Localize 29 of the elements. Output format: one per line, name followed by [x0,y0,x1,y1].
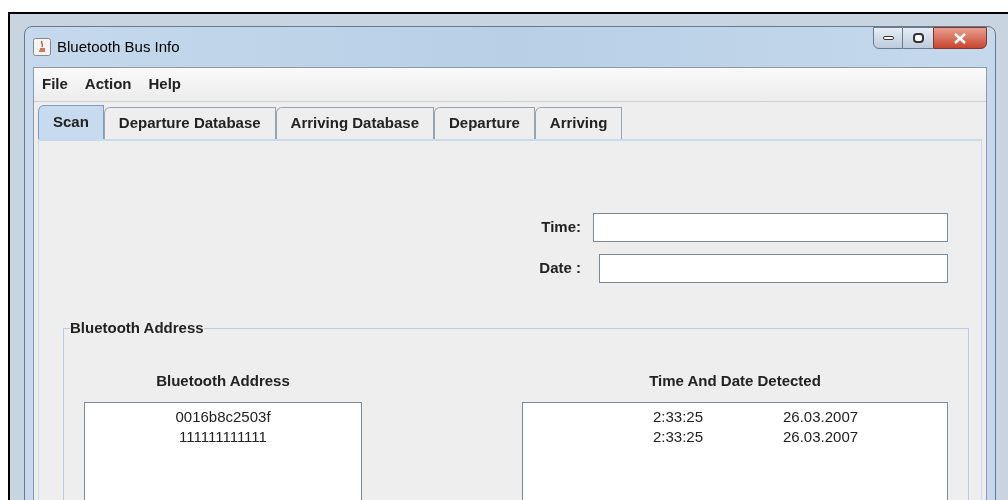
list-item[interactable]: 0016b8c2503f [175,407,271,427]
app-icon [33,38,51,56]
window-title: Bluetooth Bus Info [57,36,180,57]
column-heading: Bluetooth Address [156,370,290,391]
menu-item[interactable]: File [42,73,68,96]
tab[interactable]: Departure Database [103,107,276,139]
field-label: Time: [540,217,581,238]
menu-item[interactable]: Help [148,73,182,96]
detected-list[interactable]: 2:33:25 26.03.2007 2:33:25 26.03.2007 [522,402,948,500]
column-heading: Time And Date Detected [649,370,821,391]
maximize-button[interactable] [903,27,933,49]
group-title: Bluetooth Address [70,318,204,338]
field-label: Date : [538,258,581,279]
tab[interactable]: Arriving [534,107,623,139]
close-icon [954,32,966,44]
list-item[interactable]: 111111111111 [179,427,267,447]
tab[interactable]: Departure [434,107,535,139]
minimize-button[interactable] [873,27,903,49]
time-text: 2:33:25 [653,407,705,427]
date-text: 26.03.2007 [783,407,859,427]
input-field[interactable] [593,213,948,242]
close-button[interactable] [933,27,987,49]
input-field[interactable] [599,254,948,283]
time-text: 2:33:25 [653,427,705,447]
tab[interactable]: Arriving Database [275,107,434,139]
tab[interactable]: Scan [38,105,104,139]
date-text: 26.03.2007 [783,427,859,447]
menu-item[interactable]: Action [84,73,132,96]
address-list[interactable]: 0016b8c2503f 111111111111 [84,402,362,500]
